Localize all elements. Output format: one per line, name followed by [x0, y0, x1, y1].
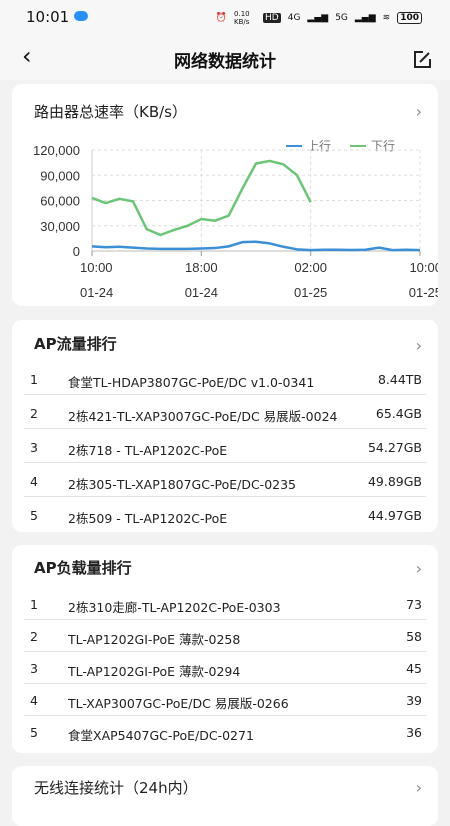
x-tick-date: 01-25	[294, 285, 327, 300]
list-item[interactable]: 3 TL-AP1202GI-PoE 薄款-0294 45	[24, 653, 426, 684]
rank-number: 3	[30, 661, 38, 676]
ap-name: 2栋718 - TL-AP1202C-PoE	[68, 443, 228, 458]
y-tick-label: 30,000	[40, 219, 80, 234]
y-tick-label: 120,000	[33, 143, 80, 158]
ap-value: 58	[406, 629, 422, 644]
ap-value: 39	[406, 693, 422, 708]
wifi-icon: ≋	[382, 13, 391, 23]
x-tick-date: 01-25	[409, 285, 438, 300]
rank-number: 5	[30, 508, 38, 523]
ap-name: 2栋310走廊-TL-AP1202C-PoE-0303	[68, 600, 281, 615]
status-bar: 10:01 ⏰ 0.10 KB/s HD 4G ▂▄▆ 5G ▂▄▆ ≋ 100	[0, 0, 450, 36]
x-tick-label: 02:00	[294, 260, 327, 275]
list-item[interactable]: 2 2栋421-TL-XAP3007GC-PoE/DC 易展版-0024 65.4G…	[24, 398, 426, 429]
ap-name: 2栋305-TL-XAP1807GC-PoE/DC-0235	[68, 477, 297, 492]
rate-card: 路由器总速率（KB/s） › 上行 下行 120,000 90,000 60,000…	[12, 84, 438, 306]
y-tick-label: 0	[73, 244, 80, 259]
x-tick-date: 01-24	[185, 285, 218, 300]
traffic-card: AP流量排行 › 1 食堂TL-HDAP3807GC-PoE/DC v1.0-03…	[12, 320, 438, 532]
load-card: AP负载量排行 › 1 2栋310走廊-TL-AP1202C-PoE-0303 73…	[12, 545, 438, 753]
wireless-card: 无线连接统计（24h内） ›	[12, 766, 438, 826]
chevron-right-icon[interactable]: ›	[416, 559, 422, 578]
ap-name: TL-AP1202GI-PoE 薄款-0294	[68, 664, 241, 679]
ap-value: 36	[406, 725, 422, 740]
ap-value: 73	[406, 597, 422, 612]
rank-number: 1	[30, 597, 38, 612]
network-speed: 0.10 KB/s	[234, 10, 250, 26]
x-tick-label: 10:00	[80, 260, 113, 275]
status-icons: ⏰ 0.10 KB/s HD 4G ▂▄▆ 5G ▂▄▆ ≋ 100	[216, 10, 422, 26]
chevron-right-icon[interactable]: ›	[416, 778, 422, 797]
ap-name: 2栋509 - TL-AP1202C-PoE	[68, 511, 228, 526]
ap-name: 2栋421-TL-XAP3007GC-PoE/DC 易展版-0024	[68, 409, 338, 424]
list-item[interactable]: 3 2栋718 - TL-AP1202C-PoE 54.27GB	[24, 432, 426, 463]
rank-number: 3	[30, 440, 38, 455]
x-tick-date: 01-24	[80, 285, 113, 300]
rank-number: 5	[30, 725, 38, 740]
battery-indicator: 100	[397, 12, 422, 24]
ap-name: 食堂TL-HDAP3807GC-PoE/DC v1.0-0341	[68, 375, 315, 390]
signal-5g-icon: 5G	[335, 13, 348, 23]
list-item[interactable]: 2 TL-AP1202GI-PoE 薄款-0258 58	[24, 621, 426, 652]
ap-value: 44.97GB	[367, 508, 422, 523]
load-card-title: AP负载量排行	[34, 559, 132, 577]
ap-value: 8.44TB	[377, 372, 422, 387]
list-item[interactable]: 1 2栋310走廊-TL-AP1202C-PoE-0303 73	[24, 589, 426, 620]
y-tick-label: 60,000	[40, 194, 80, 209]
ap-value: 49.89GB	[367, 474, 422, 489]
chevron-right-icon[interactable]: ›	[416, 336, 422, 355]
ap-value: 54.27GB	[367, 440, 422, 455]
rank-number: 1	[30, 372, 38, 387]
list-item[interactable]: 4 2栋305-TL-XAP1807GC-PoE/DC-0235 49.89GB	[24, 466, 426, 497]
cloud-icon	[74, 11, 88, 21]
page-title: 网络数据统计	[174, 52, 276, 72]
signal-4g-icon: 4G	[287, 13, 301, 23]
list-item[interactable]: 4 TL-XAP3007GC-PoE/DC 易展版-0266 39	[24, 685, 426, 716]
rank-number: 4	[30, 474, 38, 489]
rank-number: 4	[30, 693, 38, 708]
ap-name: TL-AP1202GI-PoE 薄款-0258	[68, 632, 241, 647]
x-tick-label: 18:00	[185, 260, 218, 275]
list-item[interactable]: 1 食堂TL-HDAP3807GC-PoE/DC v1.0-0341 8.44TB	[24, 364, 426, 395]
alarm-icon: ⏰	[215, 13, 228, 23]
list-item[interactable]: 5 食堂XAP5407GC-PoE/DC-0271 36	[24, 717, 426, 747]
list-item[interactable]: 5 2栋509 - TL-AP1202C-PoE 44.97GB	[24, 500, 426, 530]
y-tick-label: 90,000	[40, 168, 80, 183]
traffic-card-title: AP流量排行	[34, 335, 117, 353]
ap-name: 食堂XAP5407GC-PoE/DC-0271	[68, 728, 254, 743]
ap-value: 65.4GB	[375, 406, 422, 421]
series-up-line	[91, 240, 421, 252]
ap-name: TL-XAP3007GC-PoE/DC 易展版-0266	[68, 696, 289, 711]
x-tick-label: 10:00	[409, 260, 438, 275]
signal-bars-icon: ▂▄▆	[307, 13, 329, 23]
hd-badge: HD	[263, 13, 281, 23]
nav-bar: ‹ 网络数据统计	[0, 36, 450, 80]
rank-number: 2	[30, 629, 38, 644]
edit-icon[interactable]	[412, 50, 432, 70]
rate-chart: 120,00090,00060,00030,000010:0001-2418:0…	[33, 143, 438, 300]
signal-bars-icon-2: ▂▄▆	[354, 13, 376, 23]
ap-value: 45	[406, 661, 422, 676]
wireless-card-title: 无线连接统计（24h内）	[34, 779, 198, 797]
status-time: 10:01	[26, 8, 70, 26]
rank-number: 2	[30, 406, 38, 421]
